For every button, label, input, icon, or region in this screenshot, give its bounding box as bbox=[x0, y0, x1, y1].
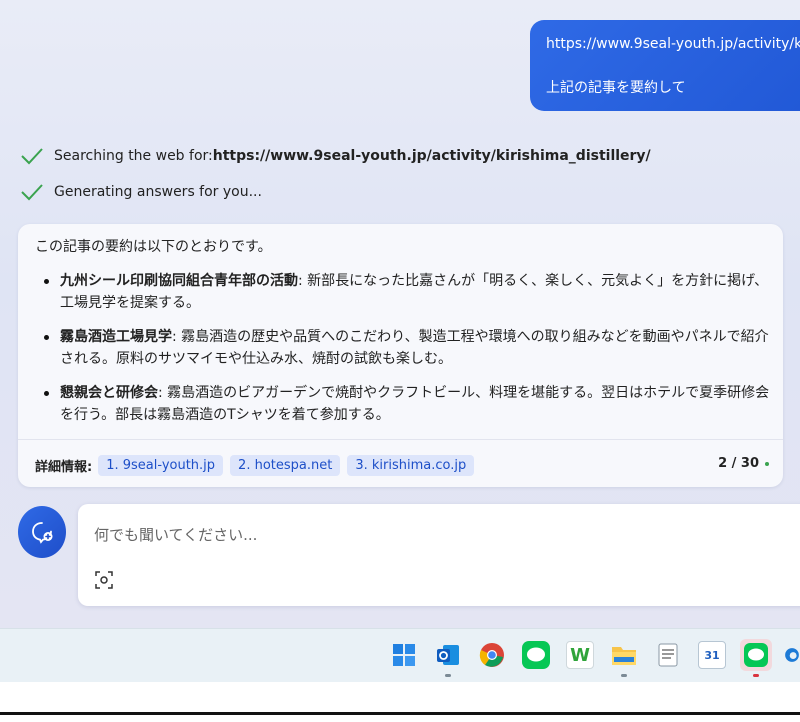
windows-start-icon[interactable] bbox=[390, 641, 418, 669]
bullet-title: 九州シール印刷協同組合青年部の活動 bbox=[60, 273, 298, 289]
bullet-title: 懇親会と研修会 bbox=[60, 385, 158, 401]
status-searching-query: https://www.9seal-youth.jp/activity/kiri… bbox=[212, 148, 651, 164]
chrome-icon[interactable] bbox=[478, 641, 506, 669]
user-message-request: 上記の記事を要約して bbox=[546, 80, 686, 96]
copilot-chat-panel: https://www.9seal-youth.jp/activity/kiri… bbox=[0, 0, 800, 628]
check-icon bbox=[21, 184, 43, 201]
calendar-label: 31 bbox=[704, 648, 720, 662]
divider bbox=[18, 439, 783, 440]
chat-input-box[interactable]: 何でも聞いてください... bbox=[78, 504, 800, 606]
file-explorer-icon[interactable] bbox=[610, 641, 638, 669]
status-generating-text: Generating answers for you... bbox=[54, 184, 262, 200]
source-link-1[interactable]: 1. 9seal-youth.jp bbox=[98, 454, 224, 476]
list-item: 九州シール印刷協同組合青年部の活動: 新部長になった比嘉さんが「明るく、楽しく、… bbox=[42, 270, 772, 314]
user-message-bubble: https://www.9seal-youth.jp/activity/kiri… bbox=[530, 20, 800, 111]
chat-input-placeholder[interactable]: 何でも聞いてください... bbox=[94, 524, 257, 545]
calendar-icon[interactable]: 31 bbox=[698, 641, 726, 669]
w-app-icon[interactable]: W bbox=[566, 641, 594, 669]
answer-card: この記事の要約は以下のとおりです。 九州シール印刷協同組合青年部の活動: 新部長… bbox=[18, 224, 783, 487]
bullet-title: 霧島酒造工場見学 bbox=[60, 329, 172, 345]
source-link-3[interactable]: 3. kirishima.co.jp bbox=[347, 454, 475, 476]
status-searching: Searching the web for: https://www.9seal… bbox=[20, 144, 651, 168]
w-app-label: W bbox=[570, 644, 590, 666]
outlook-icon[interactable] bbox=[434, 641, 462, 669]
source-link-2[interactable]: 2. hotespa.net bbox=[230, 454, 341, 476]
screen-bottom-area bbox=[0, 682, 800, 712]
status-searching-prefix: Searching the web for: bbox=[54, 148, 213, 164]
screen-bottom-border bbox=[0, 712, 800, 722]
taskbar-running-indicator bbox=[445, 674, 451, 677]
answer-intro: この記事の要約は以下のとおりです。 bbox=[35, 239, 272, 255]
status-generating: Generating answers for you... bbox=[20, 180, 262, 204]
bullet-text: : 霧島酒造のビアガーデンで焼酎やクラフトビール、料理を堪能する。翌日はホテルで… bbox=[60, 385, 770, 423]
list-item: 懇親会と研修会: 霧島酒造のビアガーデンで焼酎やクラフトビール、料理を堪能する。… bbox=[42, 382, 772, 426]
line-icon bbox=[744, 643, 768, 667]
taskbar-running-indicator bbox=[753, 674, 759, 677]
line-active-icon[interactable] bbox=[740, 639, 772, 671]
edge-icon[interactable] bbox=[784, 641, 800, 669]
visual-search-icon[interactable] bbox=[95, 571, 113, 589]
new-topic-button[interactable] bbox=[18, 506, 66, 558]
response-counter-text: 2 / 30 bbox=[718, 456, 759, 471]
windows-taskbar: W 31 bbox=[0, 628, 800, 682]
line-icon[interactable] bbox=[522, 641, 550, 669]
sources-row: 詳細情報: 1. 9seal-youth.jp 2. hotespa.net 3… bbox=[35, 453, 481, 477]
taskbar-running-indicator bbox=[621, 674, 627, 677]
answer-bullet-list: 九州シール印刷協同組合青年部の活動: 新部長になった比嘉さんが「明るく、楽しく、… bbox=[42, 270, 772, 438]
notepad-icon[interactable] bbox=[654, 641, 682, 669]
sources-label: 詳細情報: bbox=[35, 459, 93, 475]
status-dot-icon bbox=[765, 461, 769, 466]
list-item: 霧島酒造工場見学: 霧島酒造の歴史や品質へのこだわり、製造工程や環境への取り組み… bbox=[42, 326, 772, 370]
response-counter: 2 / 30 bbox=[718, 456, 769, 471]
check-icon bbox=[21, 148, 43, 165]
user-message-url[interactable]: https://www.9seal-youth.jp/activity/kiri… bbox=[546, 34, 800, 54]
new-chat-icon bbox=[32, 522, 53, 544]
